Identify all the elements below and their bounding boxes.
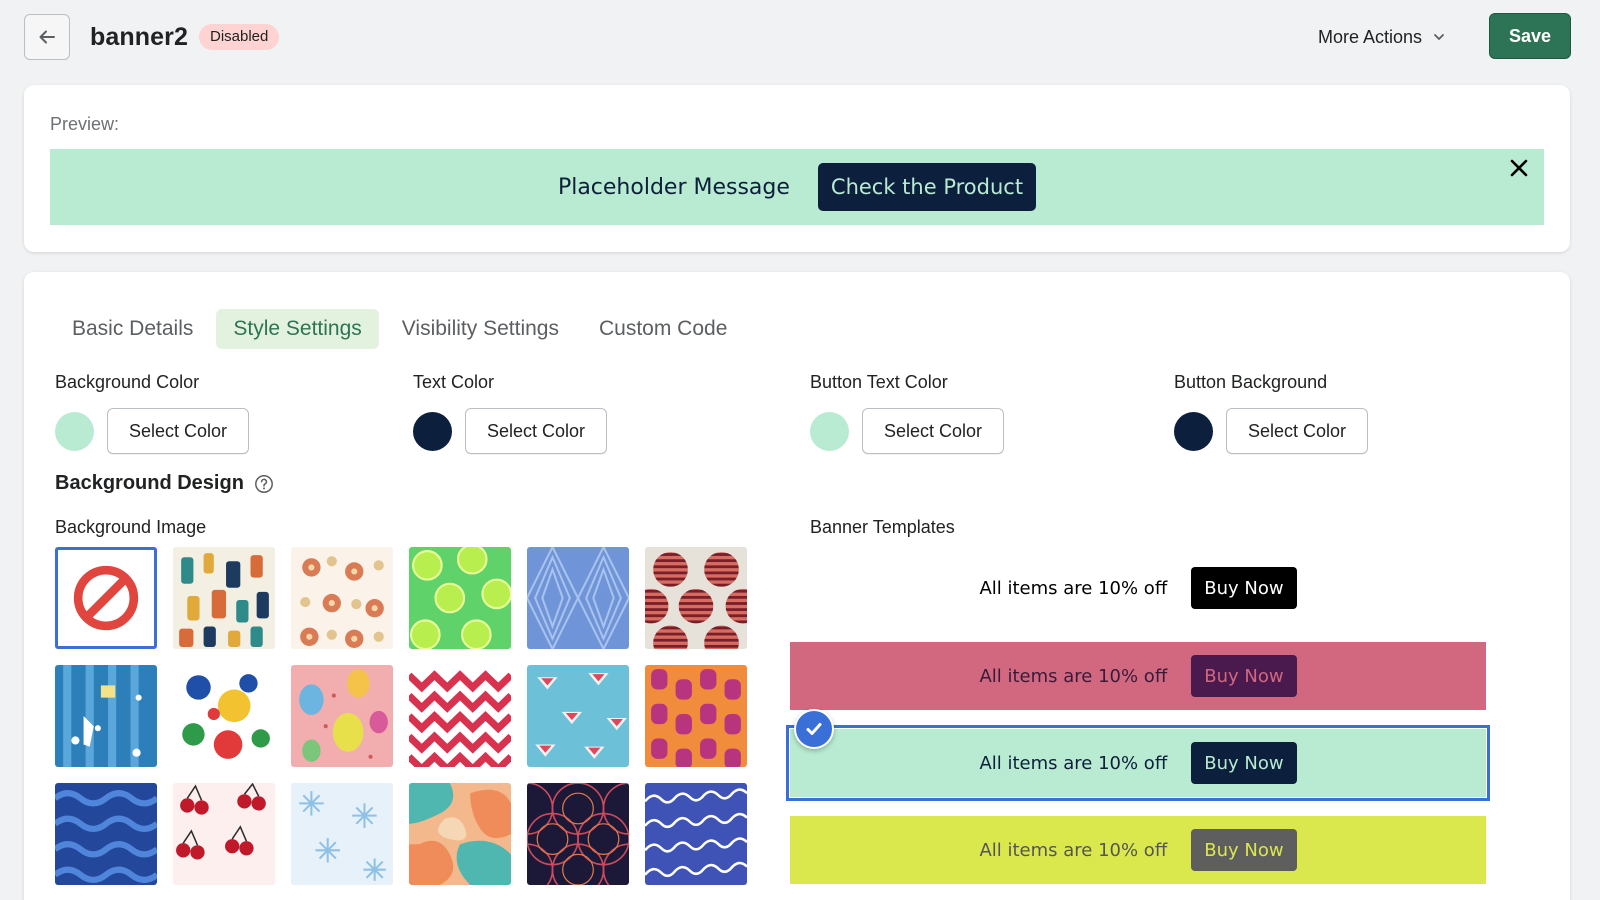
pattern-cocktails[interactable] [527, 665, 629, 767]
preview-banner: Placeholder Message Check the Product [50, 149, 1544, 225]
button-background-group: Button Background Select Color [1174, 370, 1369, 454]
button-text-color-group: Button Text Color Select Color [810, 370, 1005, 454]
banner-templates-label: Banner Templates [810, 517, 955, 537]
back-button[interactable] [24, 14, 70, 60]
pattern-cherries[interactable] [173, 783, 275, 885]
text-color-swatch [413, 411, 452, 451]
more-actions-button[interactable]: More Actions [1318, 22, 1446, 52]
preview-message: Placeholder Message [557, 174, 790, 200]
pattern-camouflage[interactable] [409, 783, 511, 885]
preview-label: Preview: [50, 114, 120, 134]
banner-template-4[interactable]: All items are 10% off Buy Now [790, 816, 1486, 884]
page-header: banner2 Disabled More Actions Save [0, 0, 1600, 76]
arrow-left-icon [39, 30, 55, 44]
tab-basic-details[interactable]: Basic Details [55, 309, 210, 349]
pattern-striped-dots[interactable] [645, 547, 747, 649]
pattern-diamonds[interactable] [527, 547, 629, 649]
pattern-snowflakes[interactable] [291, 783, 393, 885]
pattern-limes[interactable] [409, 547, 511, 649]
button-text-color-label: Button Text Color [810, 372, 948, 392]
button-text-color-select-button[interactable]: Select Color [862, 408, 1005, 454]
pattern-bottles[interactable] [173, 547, 275, 649]
pattern-waves[interactable] [55, 783, 157, 885]
chevron-down-icon [1434, 34, 1444, 40]
no-image-icon [58, 550, 154, 646]
pattern-beads[interactable] [645, 665, 747, 767]
selected-check-icon [794, 709, 834, 749]
pattern-paint-splash[interactable] [173, 665, 275, 767]
more-actions-label: More Actions [1318, 26, 1423, 47]
text-color-group: Text Color Select Color [413, 370, 608, 454]
preview-cta-button[interactable]: Check the Product [817, 163, 1037, 211]
status-badge: Disabled [199, 24, 280, 50]
banner-template-2[interactable]: All items are 10% off Buy Now [790, 642, 1486, 710]
button-background-swatch [1174, 411, 1213, 451]
background-color-label: Background Color [55, 372, 200, 392]
close-icon[interactable] [1506, 155, 1532, 181]
template-text: All items are 10% off [979, 577, 1168, 599]
template-button: Buy Now [1191, 567, 1297, 609]
pattern-chevron[interactable] [409, 665, 511, 767]
settings-tabs: Basic Details Style Settings Visibility … [55, 309, 744, 349]
help-icon[interactable] [254, 474, 274, 494]
template-text: All items are 10% off [979, 752, 1168, 774]
button-background-label: Button Background [1174, 372, 1328, 392]
button-text-color-swatch [810, 411, 849, 451]
pattern-christmas[interactable] [55, 665, 157, 767]
pattern-scales[interactable] [527, 783, 629, 885]
background-color-swatch [55, 411, 94, 451]
background-design-heading: Background Design [55, 472, 274, 495]
page-title: banner2 [90, 23, 188, 51]
template-button: Buy Now [1191, 829, 1297, 871]
template-button: Buy Now [1191, 742, 1297, 784]
background-design-title: Background Design [55, 472, 244, 494]
banner-template-1[interactable]: All items are 10% off Buy Now [790, 554, 1486, 622]
text-color-label: Text Color [413, 372, 495, 392]
template-text: All items are 10% off [979, 665, 1168, 687]
pattern-sea-waves[interactable] [645, 783, 747, 885]
pattern-easter-eggs[interactable] [291, 665, 393, 767]
pattern-none[interactable] [55, 547, 157, 649]
preview-card: Preview: Placeholder Message Check the P… [24, 85, 1570, 252]
pattern-flowers[interactable] [291, 547, 393, 649]
tab-custom-code[interactable]: Custom Code [582, 309, 744, 349]
background-image-label: Background Image [55, 517, 207, 537]
background-color-group: Background Color Select Color [55, 370, 250, 454]
save-button[interactable]: Save [1489, 13, 1571, 59]
button-background-select-button[interactable]: Select Color [1226, 408, 1369, 454]
template-text: All items are 10% off [979, 839, 1168, 861]
banner-template-3[interactable]: All items are 10% off Buy Now [786, 725, 1490, 801]
text-color-select-button[interactable]: Select Color [465, 408, 608, 454]
template-button: Buy Now [1191, 655, 1297, 697]
background-color-select-button[interactable]: Select Color [107, 408, 250, 454]
tab-visibility-settings[interactable]: Visibility Settings [385, 309, 576, 349]
tab-style-settings[interactable]: Style Settings [216, 309, 379, 349]
